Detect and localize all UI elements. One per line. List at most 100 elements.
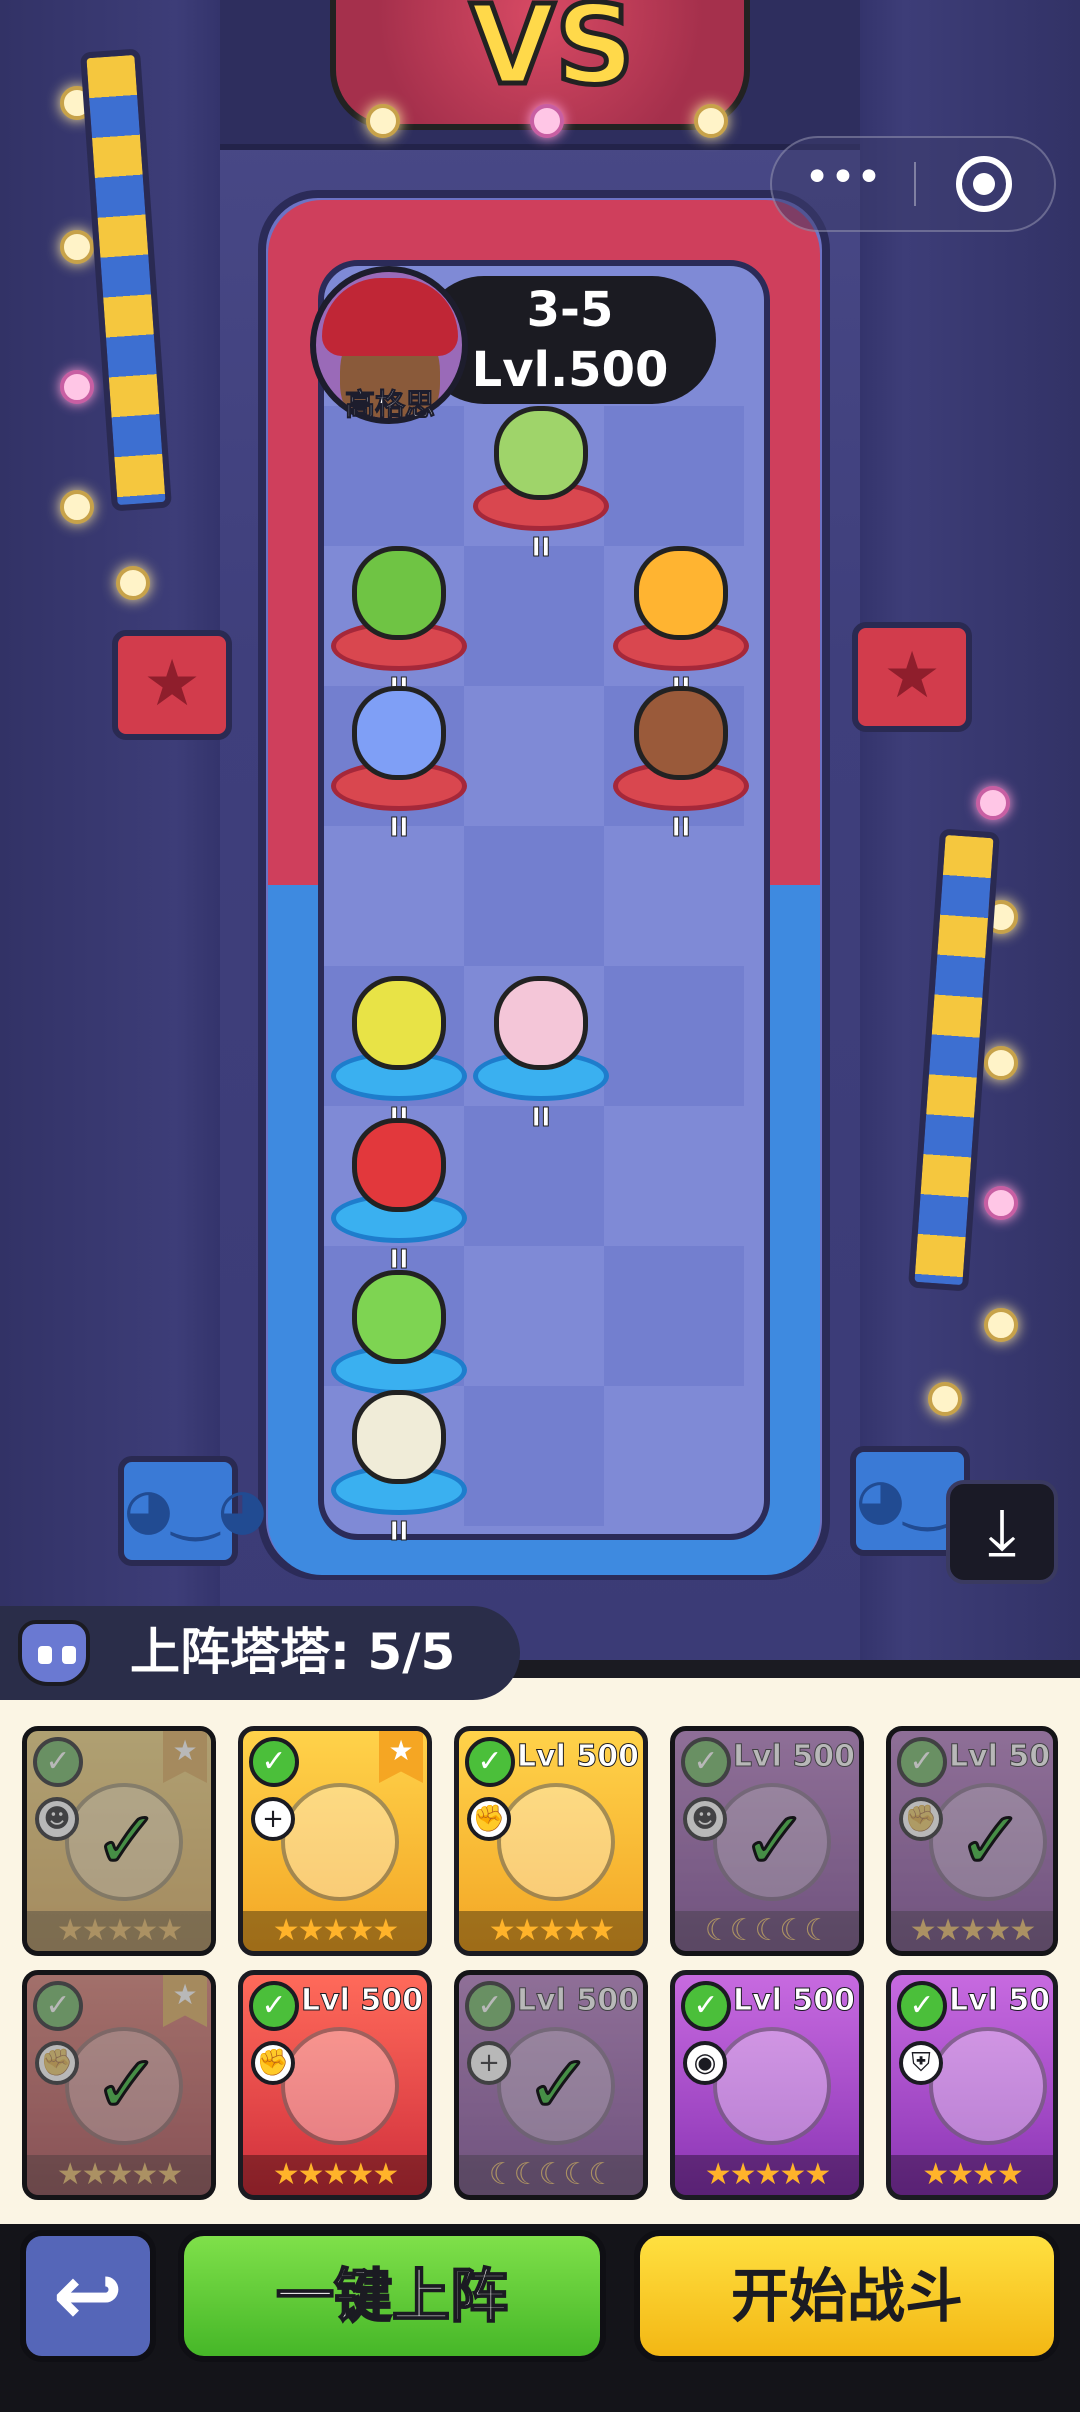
- cat-icon: ◕‿◕: [124, 1477, 267, 1542]
- light-bulb: [60, 370, 94, 404]
- hero-card-green-parrot[interactable]: ✓ Lvl 500 ◉ ★★★★★: [670, 1970, 864, 2200]
- light-bulb: [976, 786, 1010, 820]
- red-star-post: ★: [852, 622, 972, 732]
- hero-level: Lvl 500: [301, 1983, 424, 2019]
- board-tile: [464, 1386, 604, 1526]
- hero-card-panda[interactable]: ✓ Lvl 500 ✊ ★★★★★: [454, 1726, 648, 1956]
- healer-role-icon: +: [251, 1797, 295, 1841]
- stage-label: 3-5: [526, 282, 614, 338]
- hero-card-red-flower-plant[interactable]: ✓ ✊ ★ ★★★★★ ✓: [22, 1970, 216, 2200]
- download-icon[interactable]: ⤓: [946, 1480, 1058, 1584]
- enemy-level-label: Lvl.500: [471, 342, 669, 398]
- hero-card-water-blob[interactable]: ✓ Lvl 50 ⛨ ★★★★: [886, 1970, 1058, 2200]
- unit-sprite: [634, 546, 728, 640]
- ally-unit-nest-bird[interactable]: II: [334, 1380, 464, 1548]
- mascot-eye: [62, 1646, 76, 1664]
- star-rating: ★★★★★: [459, 1911, 643, 1951]
- hero-level: Lvl 50: [949, 1983, 1051, 2019]
- capsule-divider: [914, 162, 916, 206]
- nature-element-icon: ✓: [249, 1981, 299, 2031]
- enemy-unit-horned-bear[interactable]: II: [616, 676, 746, 844]
- ally-unit-red-flower-plant[interactable]: II: [334, 1108, 464, 1276]
- unit-sprite: [634, 686, 728, 780]
- unit-tier: II: [531, 533, 551, 564]
- mascot-eye: [38, 1646, 52, 1664]
- deployed-check-icon: ✓: [956, 1794, 1026, 1887]
- light-bulb: [530, 104, 564, 138]
- deployed-check-icon: ✓: [524, 2038, 594, 2131]
- hero-portrait: [713, 2027, 831, 2145]
- hero-card-green-cactus[interactable]: ✓ Lvl 50 ✊ ★★★★★ ✓: [886, 1726, 1058, 1956]
- light-bulb: [366, 104, 400, 138]
- nature-element-icon: ✓: [465, 1737, 515, 1787]
- unit-tier: II: [531, 1103, 551, 1134]
- hero-card-pink-mantis[interactable]: ✓ ☻ ★ ★★★★★ ✓: [22, 1726, 216, 1956]
- unit-sprite: [352, 546, 446, 640]
- unit-sprite: [352, 976, 446, 1070]
- star-rating: ★★★★: [891, 2155, 1053, 2195]
- star-icon: ★: [883, 639, 941, 713]
- quick-deploy-label: 一键上阵: [275, 2261, 509, 2331]
- hero-portrait: [497, 1783, 615, 1901]
- enemy-unit-sunflower-lion[interactable]: II: [616, 536, 746, 704]
- favorite-flag: ★: [379, 1731, 423, 1783]
- blue-cat-post: ◕‿◕: [118, 1456, 267, 1566]
- hero-portrait: [929, 2027, 1047, 2145]
- deployed-check-icon: ✓: [92, 2038, 162, 2131]
- mini-program-capsule: •••: [770, 136, 1056, 232]
- battle-arena: VS ★ ★ ◕‿◕ ◕‿◕ 3-5 Lvl.500 高格思 ••• II II…: [0, 0, 1080, 1660]
- star-rating: ★★★★★: [243, 1911, 427, 1951]
- more-menu-button[interactable]: •••: [772, 138, 914, 230]
- hero-card-yellow-birds[interactable]: ✓ Lvl 500 ☻ ☾☾☾☾☾ ✓: [670, 1726, 864, 1956]
- nature-element-icon: ✓: [897, 1981, 947, 2031]
- star-rating: ★★★★★: [675, 2155, 859, 2195]
- light-bulb: [60, 490, 94, 524]
- start-battle-button[interactable]: 开始战斗: [634, 2230, 1060, 2362]
- hero-level: Lvl 500: [517, 1739, 640, 1775]
- close-target-icon[interactable]: [956, 156, 1012, 212]
- hero-portrait: [281, 1783, 399, 1901]
- cat-mascot-icon: [18, 1620, 90, 1686]
- light-bulb: [984, 1046, 1018, 1080]
- unit-sprite: [352, 1390, 446, 1484]
- light-bulb: [60, 230, 94, 264]
- start-battle-label: 开始战斗: [730, 2262, 963, 2330]
- deployed-check-icon: ✓: [92, 1794, 162, 1887]
- enemy-unit-blue-chameleon[interactable]: II: [334, 676, 464, 844]
- board-tile: [604, 406, 744, 546]
- enemy-unit-dragonfruit-cat[interactable]: II: [476, 396, 606, 564]
- board-tile: [324, 406, 464, 546]
- avatar-hat: [322, 278, 458, 356]
- hero-card-frog-mushroom[interactable]: ✓ Lvl 500 ✊ ★★★★★: [238, 1970, 432, 2200]
- enemy-unit-cactus-flower[interactable]: II: [334, 536, 464, 704]
- board-tile: [464, 826, 604, 966]
- unit-sprite: [494, 976, 588, 1070]
- red-star-post: ★: [112, 630, 232, 740]
- opponent-name: 高格思: [345, 388, 436, 424]
- light-bulb: [984, 1308, 1018, 1342]
- unit-sprite: [494, 406, 588, 500]
- star-icon: ★: [143, 647, 201, 721]
- quick-deploy-button[interactable]: 一键上阵: [178, 2230, 606, 2362]
- light-bulb: [928, 1382, 962, 1416]
- deployed-check-icon: ✓: [740, 1794, 810, 1887]
- light-bulb: [116, 566, 150, 600]
- hero-card-sunflower-lion[interactable]: ✓ + ★ ★★★★★: [238, 1726, 432, 1956]
- ally-unit-green-cactus[interactable]: [334, 1260, 464, 1390]
- shield-role-icon: ⛨: [899, 2041, 943, 2085]
- deploy-count-label: 上阵塔塔: 5/5: [130, 1623, 456, 1681]
- light-bulb: [984, 1186, 1018, 1220]
- ally-unit-yellow-birds[interactable]: II: [334, 966, 464, 1134]
- ally-unit-pink-mantis[interactable]: II: [476, 966, 606, 1134]
- unit-tier: II: [389, 1517, 409, 1548]
- hero-portrait: [281, 2027, 399, 2145]
- star-rating: ★★★★★: [243, 2155, 427, 2195]
- nature-element-icon: ✓: [249, 1737, 299, 1787]
- back-button[interactable]: ↩: [20, 2230, 156, 2362]
- hero-card-nest-bird[interactable]: ✓ Lvl 500 + ☾☾☾☾☾ ✓: [454, 1970, 648, 2200]
- vs-logo: VS: [468, 0, 637, 109]
- unit-sprite: [352, 1270, 446, 1364]
- unit-sprite: [352, 1118, 446, 1212]
- fighter-role-icon: ✊: [467, 1797, 511, 1841]
- unit-tier: II: [389, 813, 409, 844]
